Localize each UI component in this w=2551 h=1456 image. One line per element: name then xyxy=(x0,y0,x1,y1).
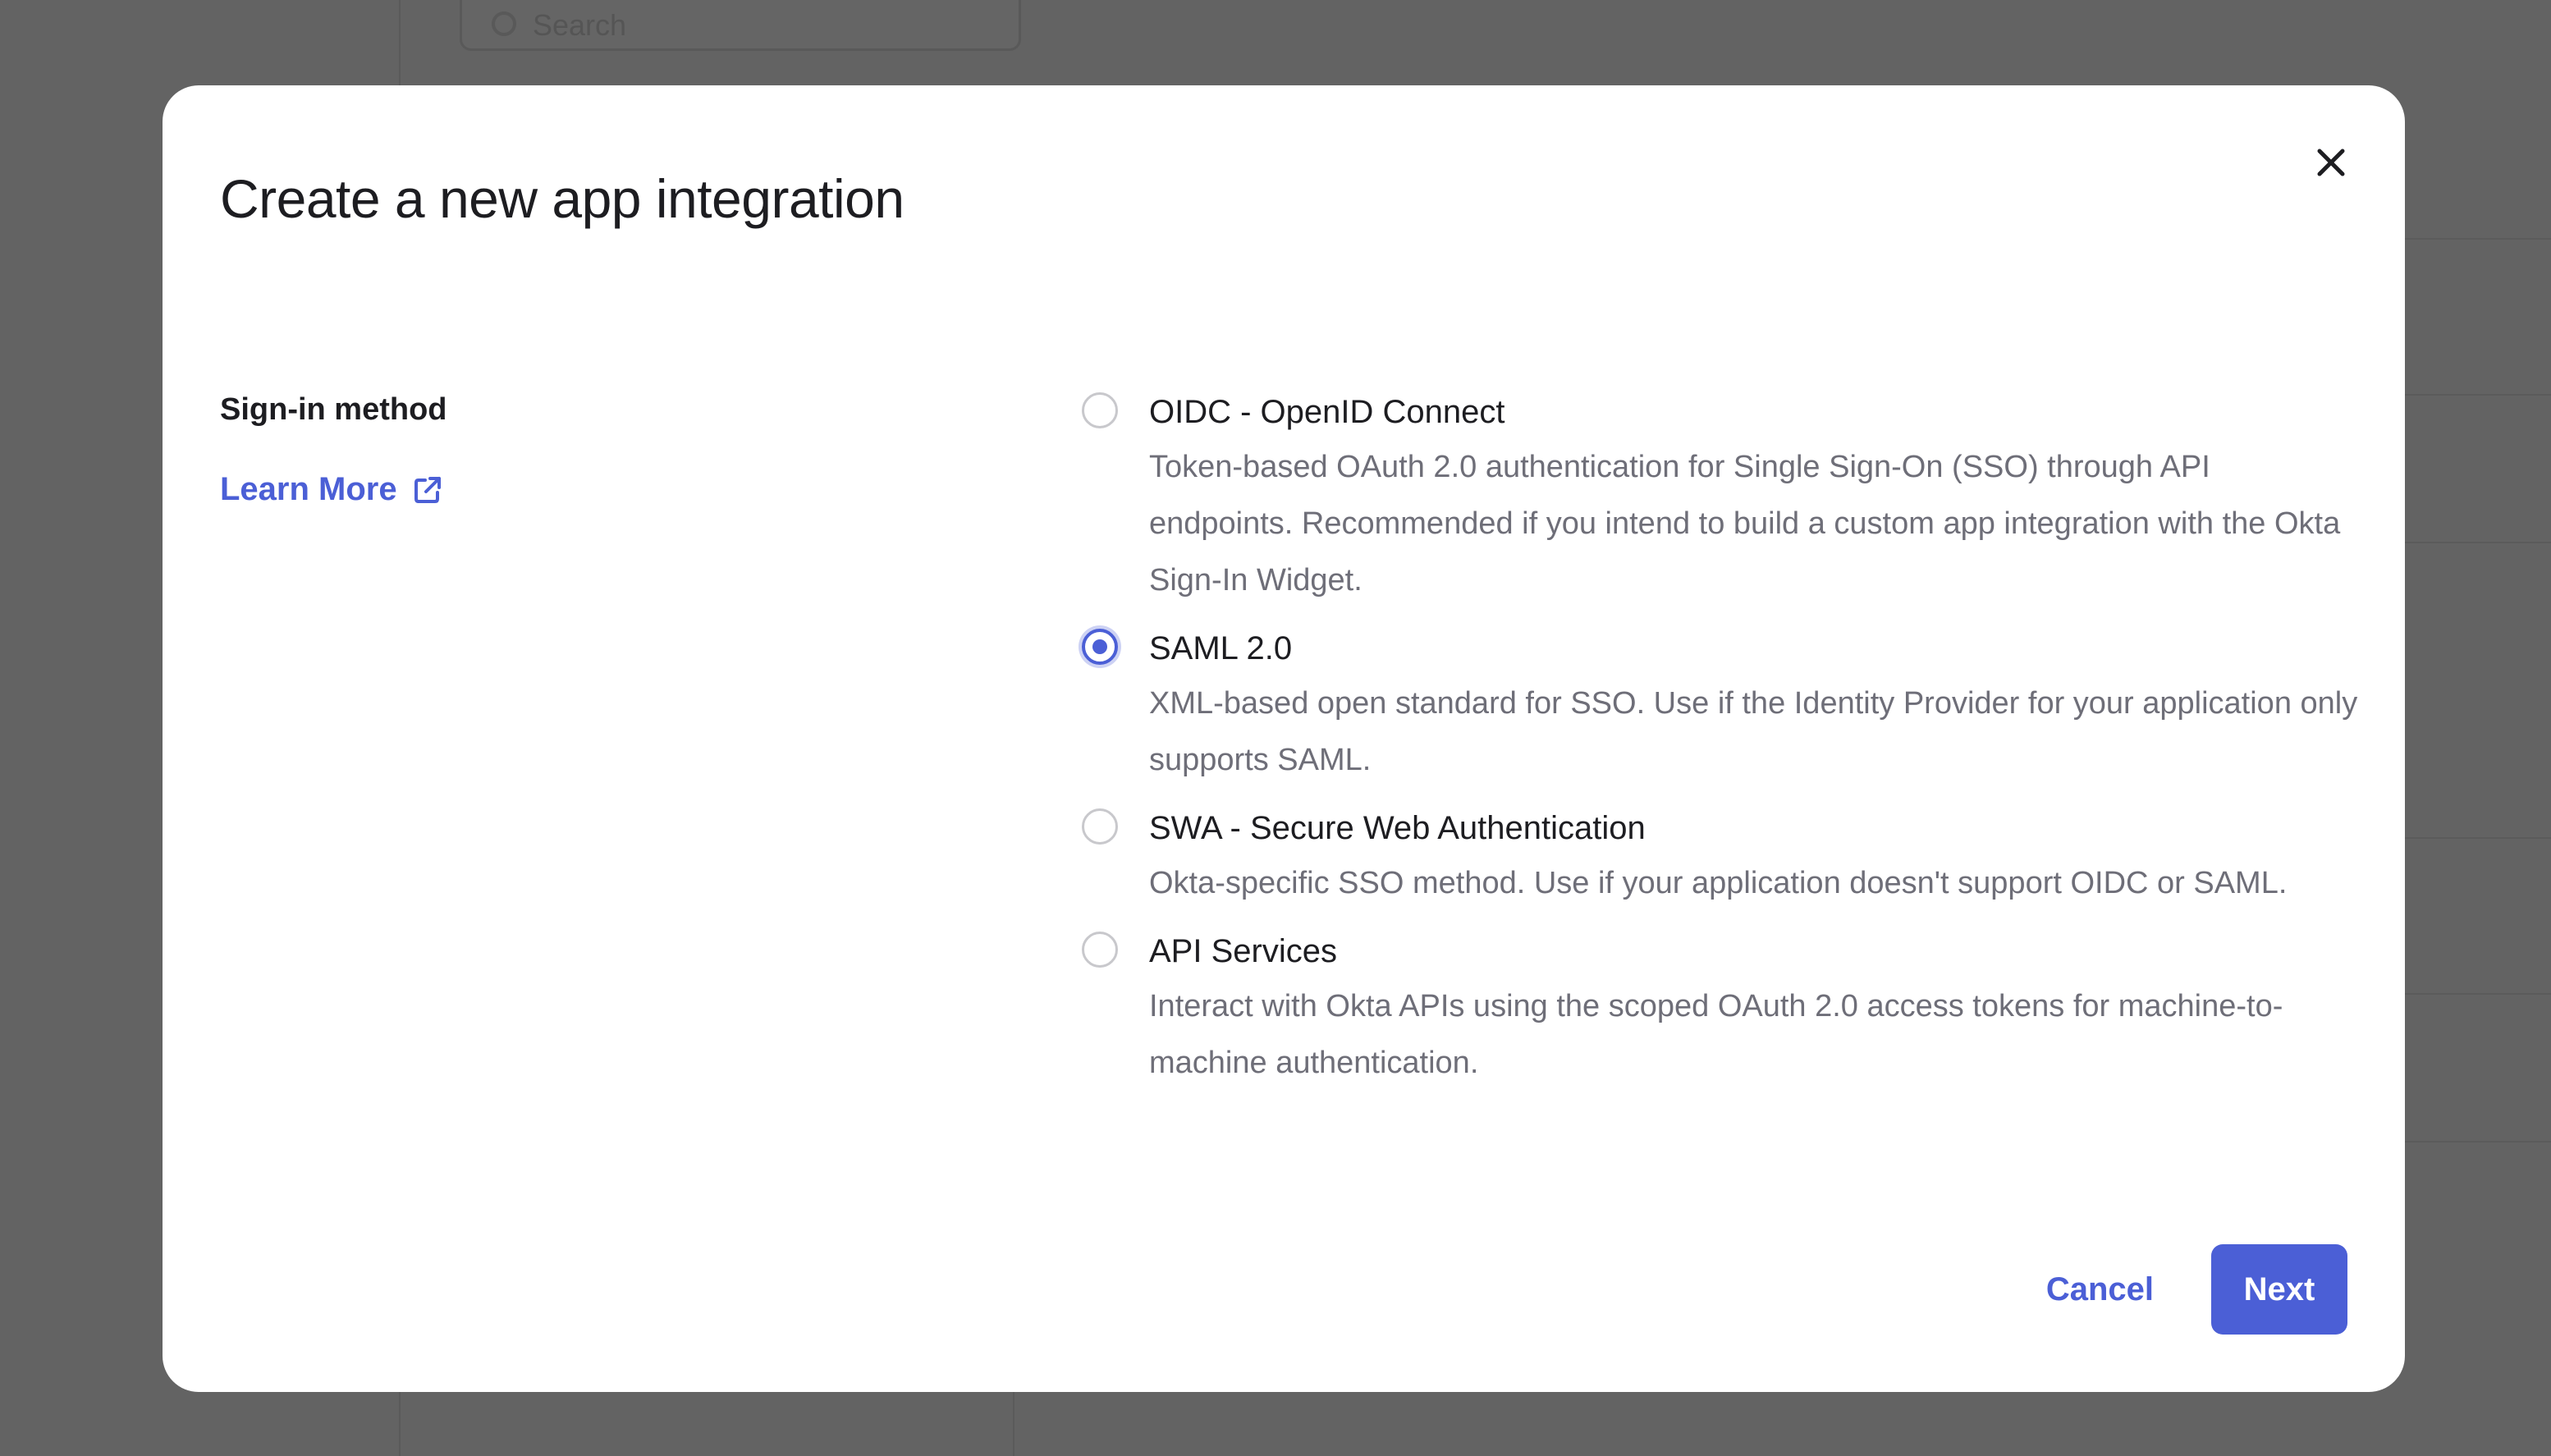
learn-more-label: Learn More xyxy=(220,471,397,507)
option-saml: SAML 2.0 XML-based open standard for SSO… xyxy=(1082,625,2362,789)
option-oidc-description: Token-based OAuth 2.0 authentication for… xyxy=(1149,450,2341,598)
background-row-divider xyxy=(2405,993,2551,995)
create-app-integration-dialog: Create a new app integration Sign-in met… xyxy=(163,85,2405,1392)
radio-api-services[interactable] xyxy=(1082,932,1118,968)
option-api-services: API Services Interact with Okta APIs usi… xyxy=(1082,928,2362,1092)
next-button[interactable]: Next xyxy=(2211,1244,2347,1335)
option-api-services-description: Interact with Okta APIs using the scoped… xyxy=(1149,989,2283,1080)
dialog-footer: Cancel Next xyxy=(2038,1244,2347,1335)
option-oidc: OIDC - OpenID Connect Token-based OAuth … xyxy=(1082,389,2362,609)
background-row-divider xyxy=(2405,542,2551,543)
cancel-button[interactable]: Cancel xyxy=(2038,1271,2162,1308)
search-icon xyxy=(492,11,516,36)
radio-oidc[interactable] xyxy=(1082,392,1118,428)
option-swa-label[interactable]: SWA - Secure Web Authentication xyxy=(1149,805,2362,851)
learn-more-link[interactable]: Learn More xyxy=(220,471,443,508)
background-row-divider xyxy=(2405,238,2551,240)
radio-swa[interactable] xyxy=(1082,808,1118,845)
option-swa: SWA - Secure Web Authentication Okta-spe… xyxy=(1082,805,2362,912)
background-search-placeholder: Search xyxy=(533,8,627,42)
background-search-field: Search xyxy=(460,0,1021,51)
background-row-divider xyxy=(2405,837,2551,839)
option-api-services-label[interactable]: API Services xyxy=(1149,928,2362,974)
option-oidc-label[interactable]: OIDC - OpenID Connect xyxy=(1149,389,2362,435)
option-saml-description: XML-based open standard for SSO. Use if … xyxy=(1149,686,2358,777)
option-saml-label[interactable]: SAML 2.0 xyxy=(1149,625,2362,671)
sign-in-method-radio-group: OIDC - OpenID Connect Token-based OAuth … xyxy=(1082,389,2362,1092)
external-link-icon xyxy=(414,476,441,503)
option-swa-description: Okta-specific SSO method. Use if your ap… xyxy=(1149,866,2288,900)
background-column-divider xyxy=(1013,1387,1014,1456)
sign-in-method-label: Sign-in method xyxy=(220,392,447,427)
background-row-divider xyxy=(2405,1141,2551,1142)
background-row-divider xyxy=(2405,394,2551,396)
close-icon xyxy=(2317,149,2345,176)
background-table-rows xyxy=(2405,82,2551,1149)
dialog-title: Create a new app integration xyxy=(220,168,905,229)
close-button[interactable] xyxy=(2305,136,2357,189)
radio-saml[interactable] xyxy=(1082,629,1118,665)
